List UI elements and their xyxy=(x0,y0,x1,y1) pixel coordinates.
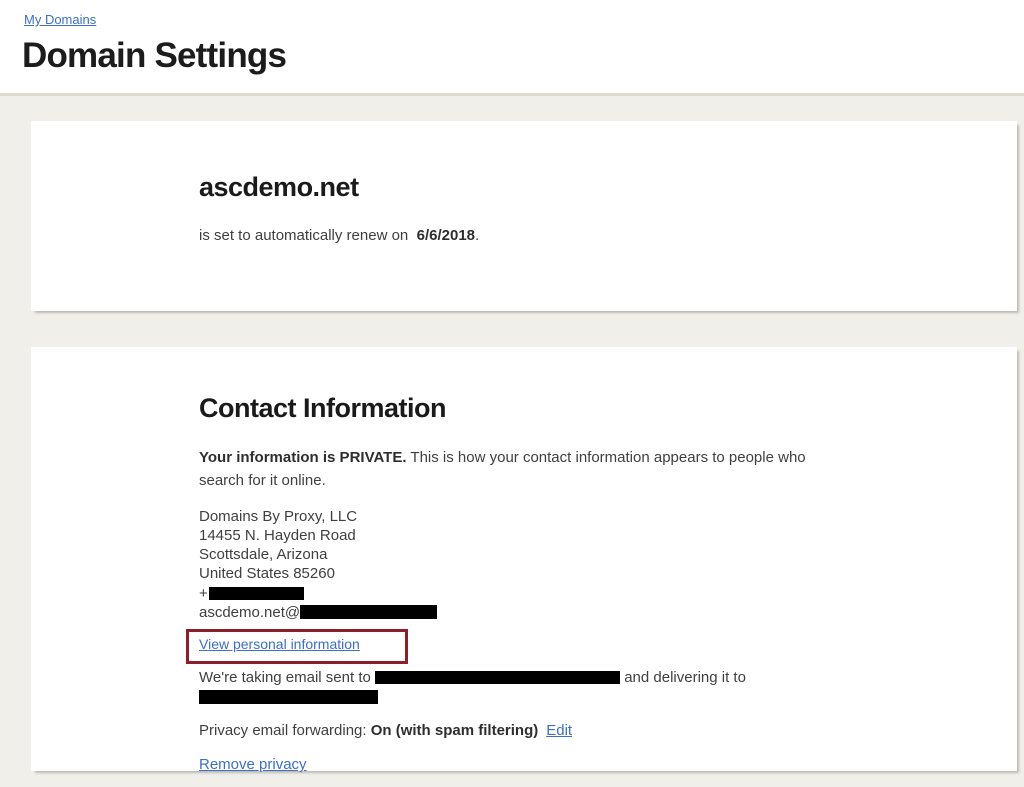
edit-forwarding-link[interactable]: Edit xyxy=(546,722,572,739)
email-prefix-text: ascdemo.net@ xyxy=(199,604,300,621)
redacted-phone-number xyxy=(209,587,304,600)
forwarding-status-line: Privacy email forwarding: On (with spam … xyxy=(199,722,857,739)
address-line-country: United States 85260 xyxy=(199,564,857,583)
proxy-address-block: Domains By Proxy, LLC 14455 N. Hayden Ro… xyxy=(199,507,857,623)
forwarding-sent-prefix-text: We're taking email sent to xyxy=(199,669,371,686)
remove-privacy-link[interactable]: Remove privacy xyxy=(199,756,307,773)
privacy-intro-bold: Your information is PRIVATE. xyxy=(199,449,407,466)
main-content: ascdemo.net is set to automatically rene… xyxy=(0,96,1024,771)
address-line-street: 14455 N. Hayden Road xyxy=(199,526,857,545)
contact-information-heading: Contact Information xyxy=(199,393,857,424)
forwarding-label-text: Privacy email forwarding: xyxy=(199,722,367,739)
redacted-forwarding-destination-email xyxy=(199,690,378,704)
remove-privacy-row: Remove privacy xyxy=(199,756,857,774)
redacted-forwarding-source-email xyxy=(375,671,620,684)
contact-information-card: Contact Information Your information is … xyxy=(31,347,1017,771)
page-header: My Domains Domain Settings xyxy=(0,0,1024,96)
domain-renewal-card: ascdemo.net is set to automatically rene… xyxy=(31,121,1017,311)
view-personal-information-link[interactable]: View personal information xyxy=(199,636,360,652)
renewal-date: 6/6/2018 xyxy=(417,227,475,244)
forwarding-note-paragraph: We're taking email sent to and deliverin… xyxy=(199,668,841,707)
page-title: Domain Settings xyxy=(22,36,1024,76)
email-line: ascdemo.net@ xyxy=(199,603,857,622)
phone-line: + xyxy=(199,584,857,603)
domain-name-heading: ascdemo.net xyxy=(199,172,857,203)
forwarding-deliver-text: and delivering it to xyxy=(624,669,746,686)
forwarding-status-value: On (with spam filtering) xyxy=(371,722,539,739)
privacy-intro-paragraph: Your information is PRIVATE. This is how… xyxy=(199,446,841,493)
phone-prefix-text: + xyxy=(199,585,208,602)
renewal-status-line: is set to automatically renew on 6/6/201… xyxy=(199,227,857,244)
address-line-company: Domains By Proxy, LLC xyxy=(199,507,857,526)
annotation-highlight-box: View personal information xyxy=(186,629,408,664)
renewal-prefix-text: is set to automatically renew on xyxy=(199,227,408,244)
redacted-email-domain xyxy=(300,605,437,619)
address-line-city: Scottsdale, Arizona xyxy=(199,545,857,564)
breadcrumb-my-domains-link[interactable]: My Domains xyxy=(24,12,96,27)
renewal-suffix-text: . xyxy=(475,227,479,244)
